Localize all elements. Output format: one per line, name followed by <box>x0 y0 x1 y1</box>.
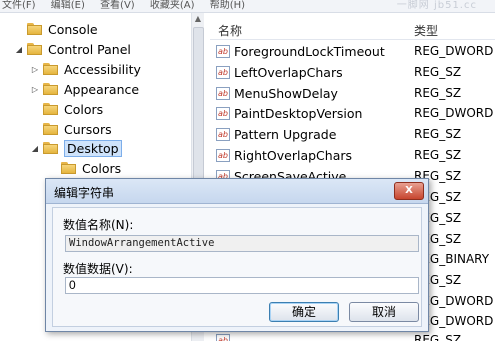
string-value-icon: ab <box>216 107 230 120</box>
column-header-name[interactable]: 名称 <box>218 22 242 39</box>
cancel-button[interactable]: 取消 <box>349 302 419 322</box>
list-item[interactable]: ab ForegroundLockTimeout REG_DWORD <box>210 42 495 62</box>
tree-item-console[interactable]: Console <box>14 19 98 39</box>
menu-edit[interactable]: 编辑(E) <box>51 0 85 12</box>
value-type: REG_SZ <box>414 86 462 100</box>
string-value-icon: ab <box>216 334 230 341</box>
value-name: Pattern Upgrade <box>234 127 337 142</box>
scroll-up-icon[interactable]: ▲ <box>192 13 204 25</box>
value-type: REG_SZ <box>414 127 462 141</box>
list-item[interactable]: ab MenuShowDelay REG_SZ <box>210 84 495 104</box>
collapse-icon[interactable]: ◢ <box>14 45 24 54</box>
folder-icon <box>43 83 58 95</box>
string-value-icon: ab <box>216 128 230 141</box>
value-type: REG_DWORD <box>414 106 494 120</box>
value-type: REG_SZ <box>414 148 462 162</box>
tree-item-label: Cursors <box>64 121 112 137</box>
tree-item-desktop[interactable]: ◢ Desktop <box>30 138 122 158</box>
value-type: REG_DWORD <box>414 44 494 58</box>
ok-button[interactable]: 确定 <box>269 302 339 322</box>
folder-icon <box>27 23 42 35</box>
folder-icon <box>43 142 58 154</box>
value-data-input[interactable]: 0 <box>65 277 419 294</box>
folder-icon <box>61 162 76 174</box>
value-name: LeftOverlapChars <box>234 65 343 80</box>
collapse-icon[interactable]: ◢ <box>30 144 40 153</box>
tree-item-label: Accessibility <box>64 61 141 77</box>
value-name-field[interactable]: WindowArrangementActive <box>65 235 419 252</box>
menu-favorites[interactable]: 收藏夹(A) <box>150 0 195 12</box>
value-name: MenuShowDelay <box>234 86 338 101</box>
column-header-type[interactable]: 类型 <box>414 22 438 39</box>
expand-icon[interactable]: ▷ <box>30 85 40 94</box>
tree-item-label: Control Panel <box>48 41 131 57</box>
tree-item-appearance[interactable]: ▷ Appearance <box>30 79 139 99</box>
value-name-label: 数值名称(N): <box>63 218 134 232</box>
tree-item-label: Desktop <box>64 139 122 157</box>
tree-item-accessibility[interactable]: ▷ Accessibility <box>30 59 141 79</box>
value-name: RightOverlapChars <box>234 148 353 163</box>
string-value-icon: ab <box>216 149 230 162</box>
value-type: REG_SZ <box>414 65 462 79</box>
string-value-icon: ab <box>216 45 230 58</box>
close-button[interactable]: X <box>394 182 424 200</box>
dialog-title: 编辑字符串 <box>54 186 115 200</box>
value-type: REG_SZ <box>414 333 462 341</box>
list-item[interactable]: ab RightOverlapChars REG_SZ <box>210 146 495 166</box>
menu-help[interactable]: 帮助(H) <box>210 0 245 12</box>
watermark: 一脚网 jb51.cc <box>396 0 477 11</box>
folder-icon <box>43 123 58 135</box>
list-item[interactable]: ab Pattern Upgrade REG_SZ <box>210 125 495 145</box>
tree-item-label: Colors <box>82 160 122 176</box>
tree-item-label: Console <box>48 21 98 37</box>
dialog-title-bar[interactable]: 编辑字符串 X <box>46 179 428 204</box>
folder-icon <box>43 103 58 115</box>
menu-view[interactable]: 查看(V) <box>100 0 135 12</box>
tree-item-cursors[interactable]: Cursors <box>30 119 112 139</box>
folder-icon <box>27 43 42 55</box>
value-name: ForegroundLockTimeout <box>234 44 385 59</box>
menu-file[interactable]: 文件(F) <box>2 0 36 12</box>
menu-bar: 文件(F) 编辑(E) 查看(V) 收藏夹(A) 帮助(H) 一脚网 jb51.… <box>0 0 495 13</box>
list-item[interactable]: ab LeftOverlapChars REG_SZ <box>210 63 495 83</box>
tree-item-label: Appearance <box>64 81 140 97</box>
tree-item-colors[interactable]: Colors <box>30 99 103 119</box>
value-name: PaintDesktopVersion <box>234 106 363 121</box>
list-header: 名称 类型 <box>210 19 495 40</box>
folder-icon <box>43 63 58 75</box>
value-data-label: 数值数据(V): <box>63 262 133 276</box>
dialog-body: 数值名称(N): WindowArrangementActive 数值数据(V)… <box>52 207 422 327</box>
string-value-icon: ab <box>216 66 230 79</box>
expand-icon[interactable]: ▷ <box>30 65 40 74</box>
list-item[interactable]: ab REG_SZ <box>210 331 495 341</box>
tree-item-control-panel[interactable]: ◢ Control Panel <box>14 39 131 59</box>
string-value-icon: ab <box>216 87 230 100</box>
edit-string-dialog: 编辑字符串 X 数值名称(N): WindowArrangementActive… <box>45 178 429 332</box>
tree-item-label: Colors <box>64 101 104 117</box>
list-item[interactable]: ab PaintDesktopVersion REG_DWORD <box>210 104 495 124</box>
tree-item-desktop-colors[interactable]: Colors <box>48 158 121 178</box>
